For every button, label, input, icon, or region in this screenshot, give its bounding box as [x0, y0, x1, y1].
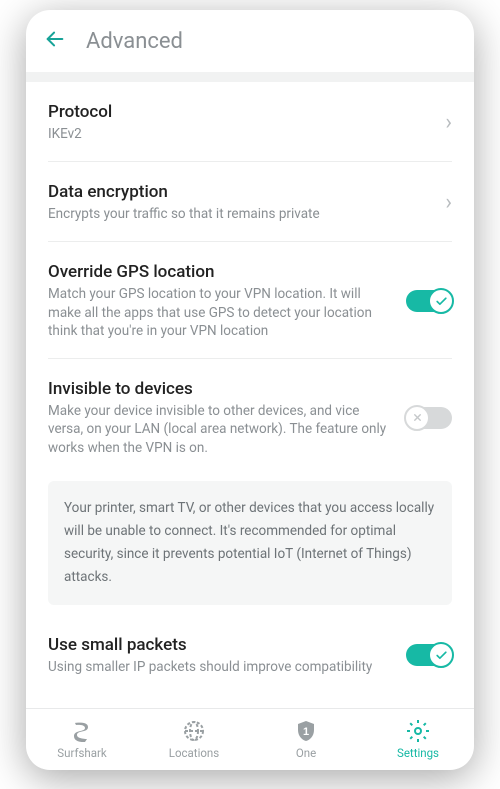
- bottom-nav: Surfshark Locations 1 One Settings: [26, 708, 474, 770]
- info-box: Your printer, smart TV, or other devices…: [48, 481, 452, 605]
- nav-locations[interactable]: Locations: [138, 709, 250, 770]
- nav-label: Locations: [169, 746, 219, 760]
- globe-icon: [182, 719, 206, 743]
- separator: [26, 72, 474, 82]
- settings-list[interactable]: Protocol IKEv2 › Data encryption Encrypt…: [26, 82, 474, 708]
- toggle-small-packets[interactable]: [406, 644, 452, 666]
- row-data-encryption[interactable]: Data encryption Encrypts your traffic so…: [48, 162, 452, 242]
- x-icon: [404, 405, 430, 431]
- nav-surfshark[interactable]: Surfshark: [26, 709, 138, 770]
- chevron-right-icon: ›: [445, 190, 452, 215]
- toggle-override-gps[interactable]: [406, 290, 452, 312]
- nav-label: Surfshark: [57, 746, 106, 760]
- nav-label: Settings: [397, 746, 439, 760]
- row-subtitle: Make your device invisible to other devi…: [48, 402, 394, 457]
- row-invisible-devices: Invisible to devices Make your device in…: [48, 359, 452, 475]
- page-title: Advanced: [86, 29, 183, 54]
- svg-text:1: 1: [303, 726, 309, 738]
- header: Advanced: [26, 10, 474, 72]
- nav-settings[interactable]: Settings: [362, 709, 474, 770]
- nav-one[interactable]: 1 One: [250, 709, 362, 770]
- surfshark-icon: [70, 719, 94, 743]
- chevron-right-icon: ›: [445, 110, 452, 135]
- row-subtitle: Encrypts your traffic so that it remains…: [48, 205, 433, 223]
- shield-icon: 1: [294, 719, 318, 743]
- row-override-gps: Override GPS location Match your GPS loc…: [48, 242, 452, 359]
- nav-label: One: [296, 746, 316, 760]
- row-title: Protocol: [48, 102, 433, 122]
- row-value: IKEv2: [48, 125, 433, 143]
- gear-icon: [406, 719, 430, 743]
- row-title: Use small packets: [48, 635, 394, 655]
- app-screen: Advanced Protocol IKEv2 › Data encryptio…: [26, 10, 474, 770]
- row-subtitle: Match your GPS location to your VPN loca…: [48, 285, 394, 340]
- row-subtitle: Using smaller IP packets should improve …: [48, 658, 394, 676]
- row-title: Invisible to devices: [48, 379, 394, 399]
- check-icon: [428, 288, 454, 314]
- row-protocol[interactable]: Protocol IKEv2 ›: [48, 82, 452, 162]
- check-icon: [428, 642, 454, 668]
- toggle-invisible-devices[interactable]: [406, 407, 452, 429]
- back-arrow-icon[interactable]: [44, 28, 66, 55]
- row-title: Data encryption: [48, 182, 433, 202]
- row-small-packets: Use small packets Using smaller IP packe…: [48, 615, 452, 676]
- row-title: Override GPS location: [48, 262, 394, 282]
